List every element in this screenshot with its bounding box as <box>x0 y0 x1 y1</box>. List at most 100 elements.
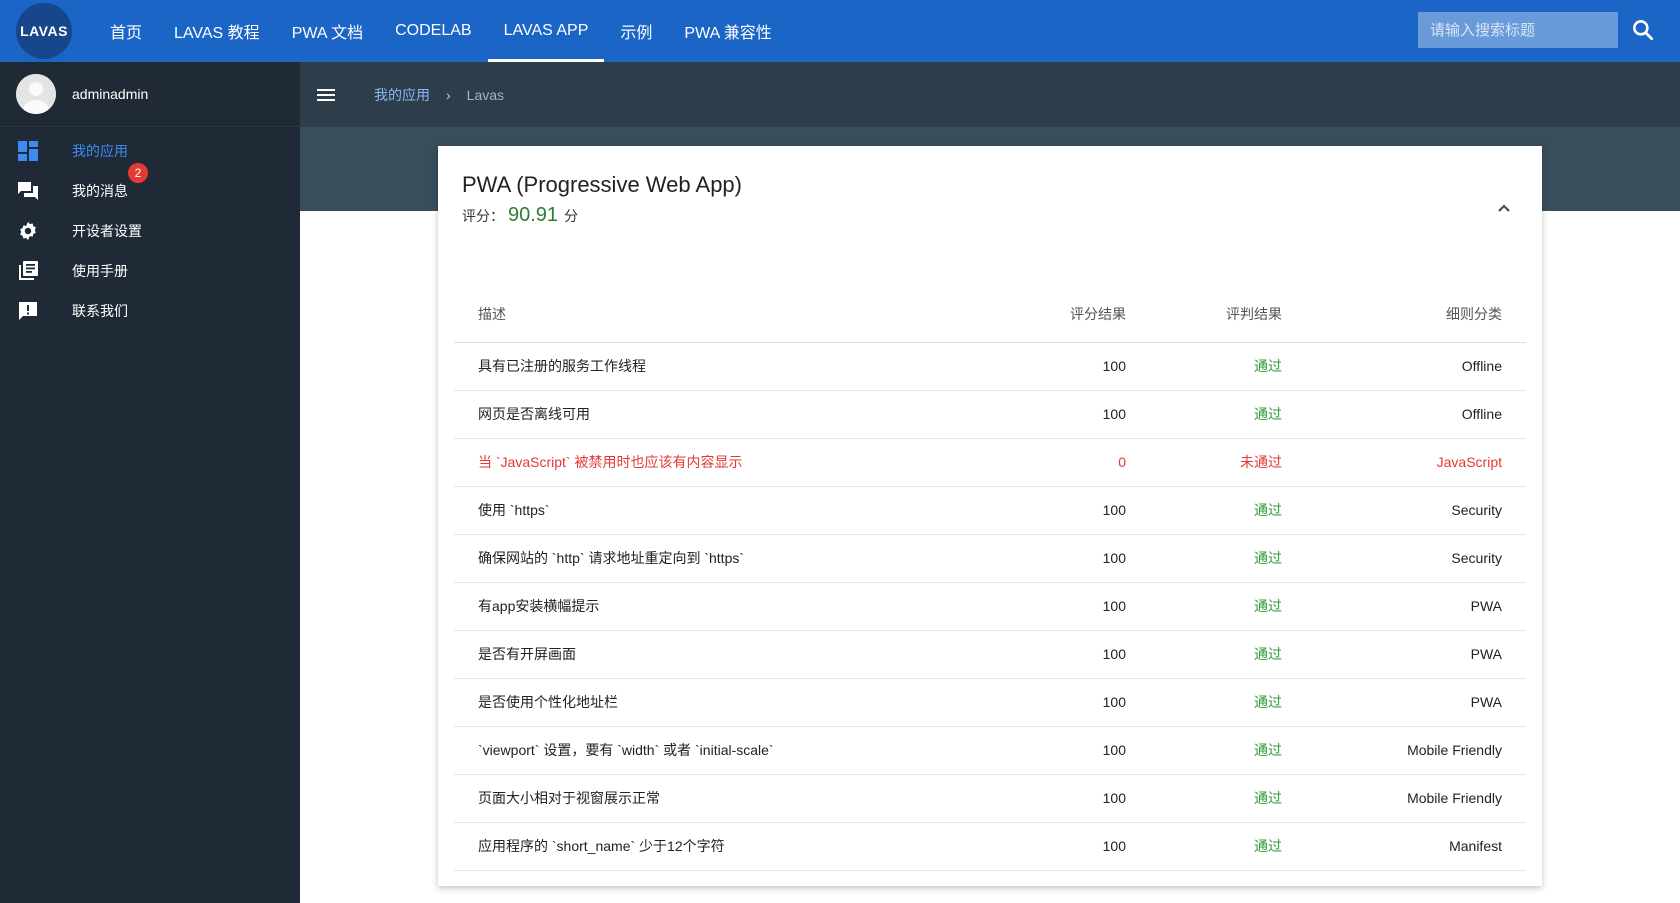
main-nav: 首页 LAVAS 教程 PWA 文档 CODELAB LAVAS APP 示例 … <box>94 0 788 62</box>
cell-judge: 通过 <box>1150 774 1306 823</box>
breadcrumb-my-apps[interactable]: 我的应用 <box>374 85 430 105</box>
table-row[interactable]: 页面大小相对于视窗展示正常 100 通过 Mobile Friendly <box>454 774 1526 823</box>
cell-score: 100 <box>994 774 1150 823</box>
cell-category: Offline <box>1306 342 1526 391</box>
score-line: 评分： 90.91 分 <box>462 204 578 227</box>
breadcrumb-current: Lavas <box>466 86 505 103</box>
nav-item-lavas-tutorial[interactable]: LAVAS 教程 <box>158 0 276 62</box>
score-label: 评分： <box>462 208 504 224</box>
sidebar-item-label: 我的消息 2 <box>72 163 148 201</box>
cell-judge: 未通过 <box>1150 438 1306 487</box>
cell-judge: 通过 <box>1150 582 1306 631</box>
cell-score: 100 <box>994 534 1150 583</box>
table-row[interactable]: 当 `JavaScript` 被禁用时也应该有内容显示 0 未通过 JavaScrip… <box>454 438 1526 487</box>
cell-score: 100 <box>994 342 1150 391</box>
nav-item-home[interactable]: 首页 <box>94 0 158 62</box>
cell-desc: 网页是否离线可用 <box>454 390 994 439</box>
cell-desc: `viewport` 设置，要有 `width` 或者 `initial-sca… <box>454 726 994 775</box>
cell-judge: 通过 <box>1150 822 1306 871</box>
sidebar-item-messages[interactable]: 我的消息 2 <box>0 163 300 211</box>
cell-score: 100 <box>994 726 1150 775</box>
sidebar-item-contact[interactable]: 联系我们 <box>0 291 300 331</box>
table-row[interactable]: 有app安装横幅提示 100 通过 PWA <box>454 582 1526 631</box>
sidebar-item-label: 我的应用 <box>72 143 128 159</box>
cell-judge: 通过 <box>1150 390 1306 439</box>
cell-category: JavaScript <box>1306 438 1526 487</box>
score-value: 90.91 <box>508 204 559 226</box>
library-books-icon <box>16 259 40 283</box>
cell-judge: 通过 <box>1150 678 1306 727</box>
lavas-logo[interactable]: LAVAS <box>16 3 72 59</box>
cell-desc: 页面大小相对于视窗展示正常 <box>454 774 994 823</box>
cell-judge: 通过 <box>1150 342 1306 391</box>
cell-judge: 通过 <box>1150 534 1306 583</box>
nav-item-pwa-docs[interactable]: PWA 文档 <box>276 0 379 62</box>
column-header-judge[interactable]: 评判结果 <box>1150 286 1306 343</box>
column-header-score[interactable]: 评分结果 <box>994 286 1150 343</box>
table-row[interactable]: 具有已注册的服务工作线程 100 通过 Offline <box>454 342 1526 391</box>
table-header-row: 描述 评分结果 评判结果 细则分类 <box>454 286 1526 343</box>
cell-category: Mobile Friendly <box>1306 774 1526 823</box>
audit-table: 描述 评分结果 评判结果 细则分类 具有已注册的服务工作线程 100 通过 Offli… <box>454 286 1526 871</box>
nav-item-examples[interactable]: 示例 <box>604 0 668 62</box>
cell-category: Offline <box>1306 390 1526 439</box>
cell-desc: 使用 `https` <box>454 486 994 535</box>
content-toolbar: 我的应用 › Lavas <box>300 62 1680 127</box>
table-row[interactable]: 是否有开屏画面 100 通过 PWA <box>454 630 1526 679</box>
cell-score: 100 <box>994 822 1150 871</box>
table-row[interactable]: 网页是否离线可用 100 通过 Offline <box>454 390 1526 439</box>
card-title: PWA (Progressive Web App) <box>462 172 742 197</box>
cell-category: PWA <box>1306 630 1526 679</box>
cell-category: Mobile Friendly <box>1306 726 1526 775</box>
table-row[interactable]: 使用 `https` 100 通过 Security <box>454 486 1526 535</box>
username: adminadmin <box>72 86 149 102</box>
column-header-desc[interactable]: 描述 <box>454 286 994 343</box>
sidebar-item-my-apps[interactable]: 我的应用 <box>0 131 300 171</box>
cell-category: PWA <box>1306 678 1526 727</box>
chevron-up-icon[interactable] <box>1494 198 1514 218</box>
cell-score: 100 <box>994 486 1150 535</box>
feedback-icon <box>16 299 40 323</box>
cell-desc: 是否使用个性化地址栏 <box>454 678 994 727</box>
search-icon[interactable] <box>1630 17 1656 43</box>
cell-category: Security <box>1306 486 1526 535</box>
sidebar: adminadmin 我的应用 我的消息 2 开设者设置 使用手册 联系我们 <box>0 62 300 903</box>
cell-score: 100 <box>994 678 1150 727</box>
table-row[interactable]: 是否使用个性化地址栏 100 通过 PWA <box>454 678 1526 727</box>
nav-item-pwa-compat[interactable]: PWA 兼容性 <box>668 0 787 62</box>
column-header-category[interactable]: 细则分类 <box>1306 286 1526 343</box>
table-row[interactable]: `viewport` 设置，要有 `width` 或者 `initial-sca… <box>454 726 1526 775</box>
cell-score: 0 <box>994 438 1150 487</box>
user-profile[interactable]: adminadmin <box>0 62 300 127</box>
menu-icon[interactable] <box>314 83 338 107</box>
nav-item-codelab[interactable]: CODELAB <box>379 0 487 62</box>
avatar <box>16 74 56 114</box>
cell-desc: 当 `JavaScript` 被禁用时也应该有内容显示 <box>454 438 994 487</box>
nav-item-lavas-app[interactable]: LAVAS APP <box>487 0 605 62</box>
cell-score: 100 <box>994 390 1150 439</box>
sidebar-item-label-text: 我的消息 <box>72 183 128 199</box>
pwa-report-card: PWA (Progressive Web App) 评分： 90.91 分 描述… <box>438 146 1542 886</box>
cell-desc: 是否有开屏画面 <box>454 630 994 679</box>
sidebar-item-label: 开设者设置 <box>72 223 142 239</box>
sidebar-item-manual[interactable]: 使用手册 <box>0 251 300 291</box>
breadcrumb: 我的应用 › Lavas <box>374 85 504 105</box>
cell-category: Manifest <box>1306 822 1526 871</box>
dashboard-icon <box>16 139 40 163</box>
chat-icon <box>16 179 40 203</box>
cell-judge: 通过 <box>1150 726 1306 775</box>
cell-judge: 通过 <box>1150 630 1306 679</box>
search-input[interactable] <box>1418 12 1618 48</box>
table-row[interactable]: 应用程序的 `short_name` 少于12个字符 100 通过 Manifest <box>454 822 1526 871</box>
gear-icon <box>16 219 40 243</box>
sidebar-item-label: 联系我们 <box>72 303 128 319</box>
cell-desc: 具有已注册的服务工作线程 <box>454 342 994 391</box>
table-row[interactable]: 确保网站的 `http` 请求地址重定向到 `https` 100 通过 Securi… <box>454 534 1526 583</box>
sidebar-item-developer-settings[interactable]: 开设者设置 <box>0 211 300 251</box>
cell-score: 100 <box>994 582 1150 631</box>
cell-desc: 确保网站的 `http` 请求地址重定向到 `https` <box>454 534 994 583</box>
unread-badge: 2 <box>128 163 148 183</box>
score-unit: 分 <box>564 208 579 224</box>
breadcrumb-separator: › <box>446 86 451 103</box>
cell-judge: 通过 <box>1150 486 1306 535</box>
